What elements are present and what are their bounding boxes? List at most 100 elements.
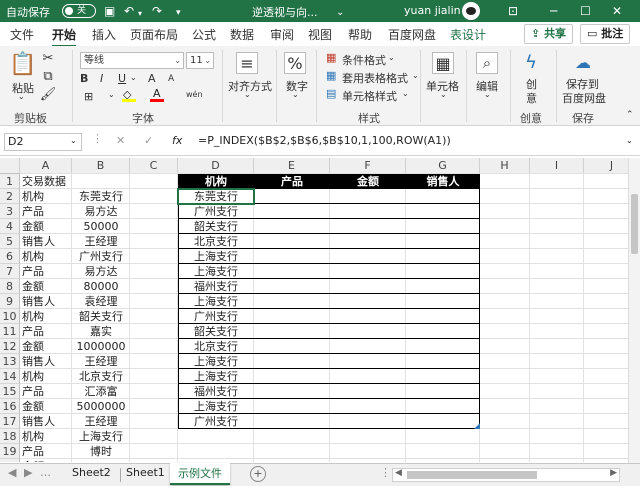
customize-toolbar-icon[interactable]: ▾ (176, 5, 181, 21)
redo-icon[interactable]: ↷ (152, 3, 162, 19)
row-header[interactable]: 6 (0, 249, 20, 264)
name-box-dropdown-icon[interactable]: ⌄ (70, 136, 77, 145)
prev-sheet-icon[interactable]: ◀ (8, 466, 16, 479)
cell-styles-icon[interactable]: ▤ (326, 87, 336, 100)
table-cell-branch[interactable]: 上海支行 (178, 264, 254, 279)
paste-icon[interactable]: 📋 (9, 50, 36, 78)
cut-icon[interactable]: ✂ (40, 50, 56, 66)
row-header[interactable]: 2 (0, 189, 20, 204)
cell-a[interactable]: 销售人 (22, 234, 72, 249)
insert-function-icon[interactable]: fx (172, 134, 182, 147)
cell-b[interactable]: 北京支行 (72, 369, 130, 384)
cell-a[interactable]: 金额 (22, 459, 72, 462)
col-header-a[interactable]: A (20, 158, 72, 174)
options-icon[interactable]: ⋮ (380, 466, 391, 479)
cell-b[interactable]: 王经理 (72, 414, 130, 429)
row-header[interactable]: 19 (0, 444, 20, 459)
copy-icon[interactable]: ⧉ (40, 68, 56, 84)
cells-icon[interactable]: ▦ (432, 52, 454, 74)
row-header[interactable]: 1 (0, 174, 20, 189)
cell-b[interactable]: 800000 (72, 459, 130, 462)
table-cell-branch[interactable]: 韶关支行 (178, 219, 254, 234)
percent-icon[interactable]: % (284, 52, 306, 74)
cell-b[interactable]: 袁经理 (72, 294, 130, 309)
horizontal-scroll-thumb[interactable] (407, 471, 537, 479)
tab-formulas[interactable]: 公式 (192, 26, 216, 43)
scroll-right-icon[interactable]: ▶ (610, 468, 617, 478)
table-cell-branch[interactable]: 福州支行 (178, 384, 254, 399)
chevron-down-icon[interactable]: ⌄ (388, 53, 395, 62)
cell-a[interactable]: 销售人 (22, 414, 72, 429)
cell-a[interactable]: 销售人 (22, 354, 72, 369)
vertical-scroll-thumb[interactable] (631, 194, 638, 254)
cell-a[interactable]: 产品 (22, 384, 72, 399)
cell-a[interactable]: 机构 (22, 249, 72, 264)
table-header-cell[interactable]: 金额 (330, 174, 406, 189)
spreadsheet-grid[interactable]: A B C D E F G H I J 1 交易数据 2 机构 东莞支行 3 产品 易方达 4 金… (0, 158, 640, 462)
horizontal-scrollbar[interactable]: ◀ ▶ (392, 468, 620, 482)
cell-b[interactable]: 50000 (72, 219, 130, 234)
tab-baidu-netdisk[interactable]: 百度网盘 (388, 26, 436, 43)
cell-b[interactable]: 汇添富 (72, 384, 130, 399)
alignment-dropdown-icon[interactable]: ⌄ (244, 90, 251, 99)
table-cell-branch[interactable]: 广州支行 (178, 204, 254, 219)
row-header[interactable]: 8 (0, 279, 20, 294)
collapse-ribbon-icon[interactable]: ⌃ (626, 110, 634, 120)
cells-dropdown-icon[interactable]: ⌄ (440, 90, 447, 99)
next-sheet-icon[interactable]: ▶ (24, 466, 32, 479)
ribbon-display-icon[interactable]: ⊡ (508, 3, 518, 19)
cell-b[interactable]: 王经理 (72, 354, 130, 369)
sheet-more-icon[interactable]: … (40, 466, 51, 479)
row-header[interactable]: 18 (0, 429, 20, 444)
tab-view[interactable]: 视图 (308, 26, 332, 43)
col-header-g[interactable]: G (406, 158, 480, 174)
table-cell-branch[interactable]: 福州支行 (178, 279, 254, 294)
save-label-line2[interactable]: 百度网盘 (562, 90, 606, 106)
table-header-cell[interactable]: 销售人 (406, 174, 480, 189)
select-all-corner[interactable] (0, 158, 20, 174)
paste-dropdown-icon[interactable]: ⌄ (18, 92, 25, 101)
tab-data[interactable]: 数据 (230, 26, 254, 43)
bold-icon[interactable]: B (80, 72, 88, 85)
table-cell-branch[interactable]: 上海支行 (178, 399, 254, 414)
table-cell-branch[interactable]: 东莞支行 (178, 189, 254, 204)
col-header-i[interactable]: I (530, 158, 584, 174)
chevron-down-icon[interactable]: ⌄ (412, 71, 419, 80)
row-header[interactable]: 11 (0, 324, 20, 339)
share-button[interactable]: ⇪ 共享 (524, 24, 574, 44)
table-header-cell[interactable]: 机构 (178, 174, 254, 189)
cancel-icon[interactable]: ✕ (116, 134, 125, 147)
cell-b[interactable]: 易方达 (72, 264, 130, 279)
tab-help[interactable]: 帮助 (348, 26, 372, 43)
cell-a[interactable]: 金额 (22, 279, 72, 294)
close-icon[interactable]: ✕ (612, 3, 622, 19)
sheet-tab-sheet1[interactable]: Sheet1 (126, 466, 165, 479)
cell-b[interactable]: 东莞支行 (72, 189, 130, 204)
table-cell-branch[interactable]: 上海支行 (178, 369, 254, 384)
cell-a[interactable]: 机构 (22, 369, 72, 384)
cell-a[interactable]: 产品 (22, 444, 72, 459)
increase-font-icon[interactable]: A (148, 72, 156, 85)
font-color-icon[interactable]: A (150, 87, 164, 102)
underline-dropdown-icon[interactable]: ⌄ (130, 73, 137, 82)
editing-dropdown-icon[interactable]: ⌄ (484, 90, 491, 99)
confirm-icon[interactable]: ✓ (144, 134, 153, 147)
underline-icon[interactable]: U (118, 72, 126, 85)
row-header[interactable]: 20 (0, 459, 20, 462)
cloud-icon[interactable]: ☁ (572, 50, 594, 74)
cell-a[interactable]: 机构 (22, 429, 72, 444)
row-header[interactable]: 10 (0, 309, 20, 324)
table-cell-branch[interactable]: 上海支行 (178, 249, 254, 264)
row-header[interactable]: 12 (0, 339, 20, 354)
col-header-f[interactable]: F (330, 158, 406, 174)
align-icon[interactable]: ≡ (236, 52, 258, 74)
title-dropdown-icon[interactable]: ⌄ (336, 5, 344, 21)
maximize-icon[interactable]: ☐ (580, 3, 591, 19)
undo-dropdown-icon[interactable]: ▾ (138, 6, 142, 22)
cell-b[interactable]: 广州支行 (72, 249, 130, 264)
decrease-font-icon[interactable]: A (168, 74, 174, 84)
col-header-d[interactable]: D (178, 158, 254, 174)
cell-a[interactable]: 产品 (22, 204, 72, 219)
user-avatar[interactable] (462, 2, 480, 20)
cell-styles-button[interactable]: 单元格样式 (342, 88, 397, 104)
